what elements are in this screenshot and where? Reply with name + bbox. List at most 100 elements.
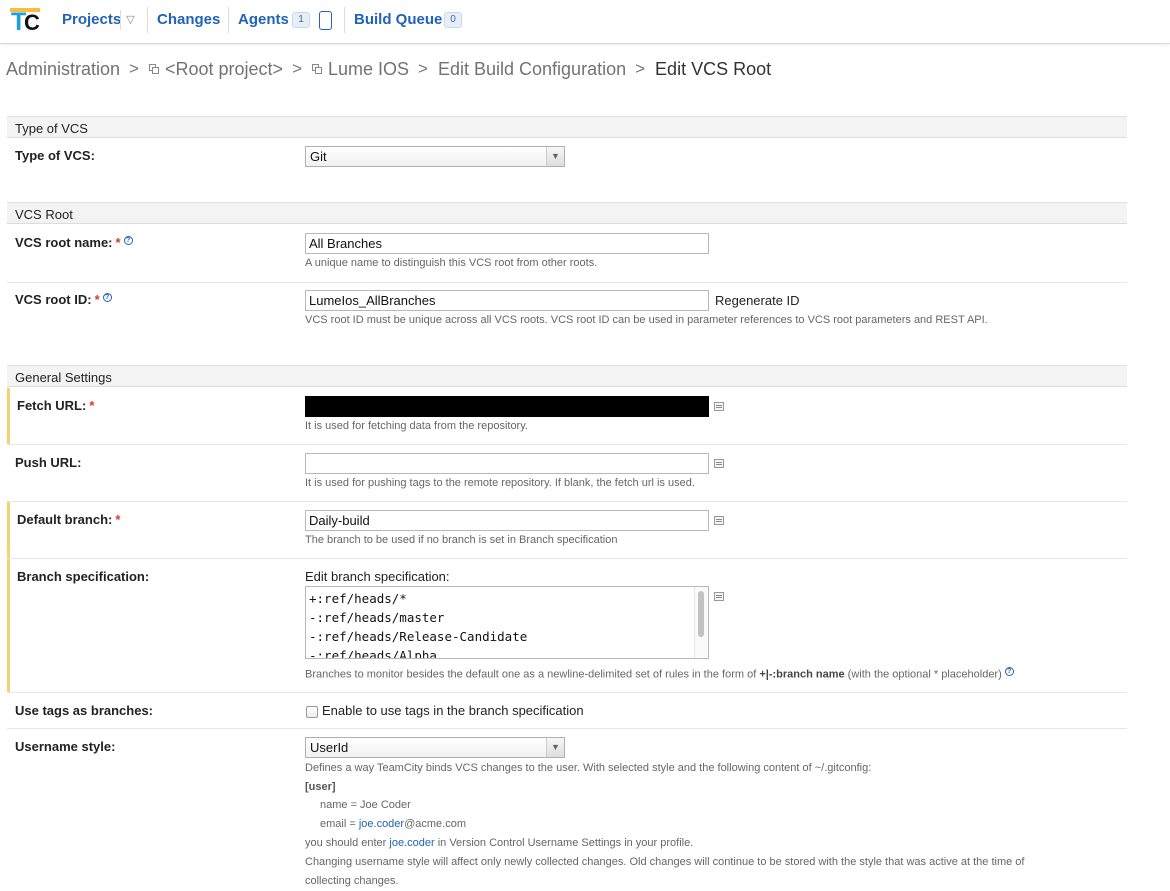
branch-spec-note-text: Branches to monitor besides the default … <box>305 668 760 681</box>
vcs-root-id-input[interactable] <box>305 290 709 311</box>
agent-status-icon[interactable] <box>319 11 332 30</box>
textarea-scrollbar[interactable] <box>694 587 708 658</box>
required-row-marker <box>7 388 10 444</box>
nav-divider <box>228 7 229 33</box>
row-divider <box>7 558 1127 559</box>
vcs-root-name-input[interactable] <box>305 233 709 254</box>
use-tags-checkbox[interactable] <box>306 706 318 718</box>
instruction-text: you should enter <box>305 837 390 849</box>
vcs-root-name-label: VCS root name: *? <box>15 235 133 250</box>
nav-projects[interactable]: Projects <box>62 11 121 28</box>
required-marker: * <box>115 512 121 527</box>
chevron-right-icon: > <box>129 59 139 79</box>
fetch-url-input[interactable] <box>305 396 709 417</box>
gitconfig-email-prefix: email = <box>320 818 359 830</box>
help-icon[interactable]: ? <box>1004 667 1014 676</box>
nav-changes[interactable]: Changes <box>157 11 220 28</box>
required-marker: * <box>89 398 95 413</box>
parameter-picker-icon[interactable] <box>714 516 725 525</box>
default-branch-label-text: Default branch: <box>17 512 113 527</box>
required-marker: * <box>94 292 100 307</box>
chevron-down-icon: ▼ <box>546 147 564 166</box>
branch-spec-note: Branches to monitor besides the default … <box>305 667 1014 681</box>
scrollbar-thumb[interactable] <box>698 591 704 637</box>
branch-spec-textarea[interactable]: +:ref/heads/* -:ref/heads/master -:ref/h… <box>305 586 709 659</box>
breadcrumb-root-project[interactable]: <Root project> <box>165 59 283 79</box>
vcs-root-id-note: VCS root ID must be unique across all VC… <box>305 314 988 326</box>
gitconfig-name-line: name = Joe Coder <box>320 799 411 811</box>
chevron-right-icon: > <box>635 59 646 79</box>
parameter-picker-icon[interactable] <box>714 459 725 468</box>
row-divider <box>7 728 1127 729</box>
nav-divider <box>147 7 148 33</box>
username-style-instruction: you should enter joe.coder in Version Co… <box>305 837 693 849</box>
agents-count-badge: 1 <box>292 12 310 28</box>
type-of-vcs-value: Git <box>310 149 327 164</box>
parameter-picker-icon[interactable] <box>714 592 725 601</box>
branch-spec-edit-label: Edit branch specification: <box>305 569 450 584</box>
chevron-down-icon: ▼ <box>546 738 564 757</box>
required-row-marker <box>7 502 10 558</box>
username-style-change-note-cont: collecting changes. <box>305 875 399 887</box>
chevron-right-icon: > <box>418 59 428 79</box>
required-marker: * <box>115 235 121 250</box>
fetch-url-label: Fetch URL: * <box>17 398 94 413</box>
regenerate-id-link[interactable]: Regenerate ID <box>715 293 800 308</box>
breadcrumb-project[interactable]: Lume IOS <box>328 59 409 79</box>
teamcity-logo[interactable]: T C <box>10 6 42 34</box>
push-url-label: Push URL: <box>15 455 82 470</box>
svg-text:C: C <box>24 10 40 34</box>
projects-dropdown-icon[interactable]: ▽ <box>120 10 140 30</box>
vcs-root-name-label-text: VCS root name: <box>15 235 113 250</box>
branch-spec-note-rule: +|-:branch name <box>759 668 845 681</box>
instruction-text: in Version Control Username Settings in … <box>434 837 694 849</box>
vcs-root-id-label-text: VCS root ID: <box>15 292 92 307</box>
parameter-picker-icon[interactable] <box>714 402 725 411</box>
project-icon <box>148 63 160 75</box>
vcs-root-id-label: VCS root ID: *? <box>15 292 112 307</box>
branch-spec-line: +:ref/heads/* <box>309 591 407 606</box>
default-branch-input[interactable] <box>305 510 709 531</box>
top-nav-bar: T C Projects ▽ Changes Agents 1 Build Qu… <box>0 0 1170 44</box>
help-icon[interactable]: ? <box>123 235 133 245</box>
username-style-value: UserId <box>310 740 349 755</box>
default-branch-note: The branch to be used if no branch is se… <box>305 534 618 546</box>
help-icon[interactable]: ? <box>102 292 112 302</box>
use-tags-checkbox-label[interactable]: Enable to use tags in the branch specifi… <box>322 703 584 718</box>
branch-spec-label: Branch specification: <box>17 569 150 584</box>
branch-spec-line: -:ref/heads/Release-Candidate <box>309 629 528 644</box>
project-icon <box>312 63 323 75</box>
username-style-note: Defines a way TeamCity binds VCS changes… <box>305 762 872 774</box>
username-style-change-note: Changing username style will affect only… <box>305 856 1025 868</box>
push-url-note: It is used for pushing tags to the remot… <box>305 477 695 489</box>
push-url-input[interactable] <box>305 453 709 474</box>
gitconfig-email-username: joe.coder <box>358 818 405 830</box>
instruction-username: joe.coder <box>389 837 435 849</box>
row-divider <box>7 501 1127 502</box>
nav-divider <box>344 7 345 33</box>
breadcrumb-administration[interactable]: Administration <box>6 59 120 79</box>
row-divider <box>7 692 1127 693</box>
type-of-vcs-select[interactable]: Git ▼ <box>305 146 565 167</box>
branch-spec-note-text: (with the optional * placeholder) <box>844 668 1002 681</box>
section-header-type-of-vcs: Type of VCS <box>7 116 1127 138</box>
fetch-url-note: It is used for fetching data from the re… <box>305 420 528 432</box>
gitconfig-email-domain: @acme.com <box>404 818 466 830</box>
section-header-vcs-root: VCS Root <box>7 202 1127 224</box>
section-header-general-settings: General Settings <box>7 365 1127 387</box>
nav-build-queue[interactable]: Build Queue <box>354 11 442 28</box>
fetch-url-label-text: Fetch URL: <box>17 398 87 413</box>
required-row-marker <box>7 559 10 692</box>
vcs-root-name-note: A unique name to distinguish this VCS ro… <box>305 257 598 269</box>
type-of-vcs-label: Type of VCS: <box>15 148 95 163</box>
username-style-label: Username style: <box>15 739 116 754</box>
breadcrumb: Administration > <Root project> > Lume IOS > E… <box>6 58 771 82</box>
username-style-select[interactable]: UserId ▼ <box>305 737 565 758</box>
gitconfig-email-line: email = joe.coder@acme.com <box>320 818 466 830</box>
use-tags-label: Use tags as branches: <box>15 703 154 718</box>
build-queue-count-badge: 0 <box>444 12 462 28</box>
breadcrumb-edit-build-configuration[interactable]: Edit Build Configuration <box>438 59 626 79</box>
nav-agents[interactable]: Agents <box>238 11 289 28</box>
branch-spec-line: -:ref/heads/master <box>309 610 445 625</box>
row-divider <box>7 444 1127 445</box>
